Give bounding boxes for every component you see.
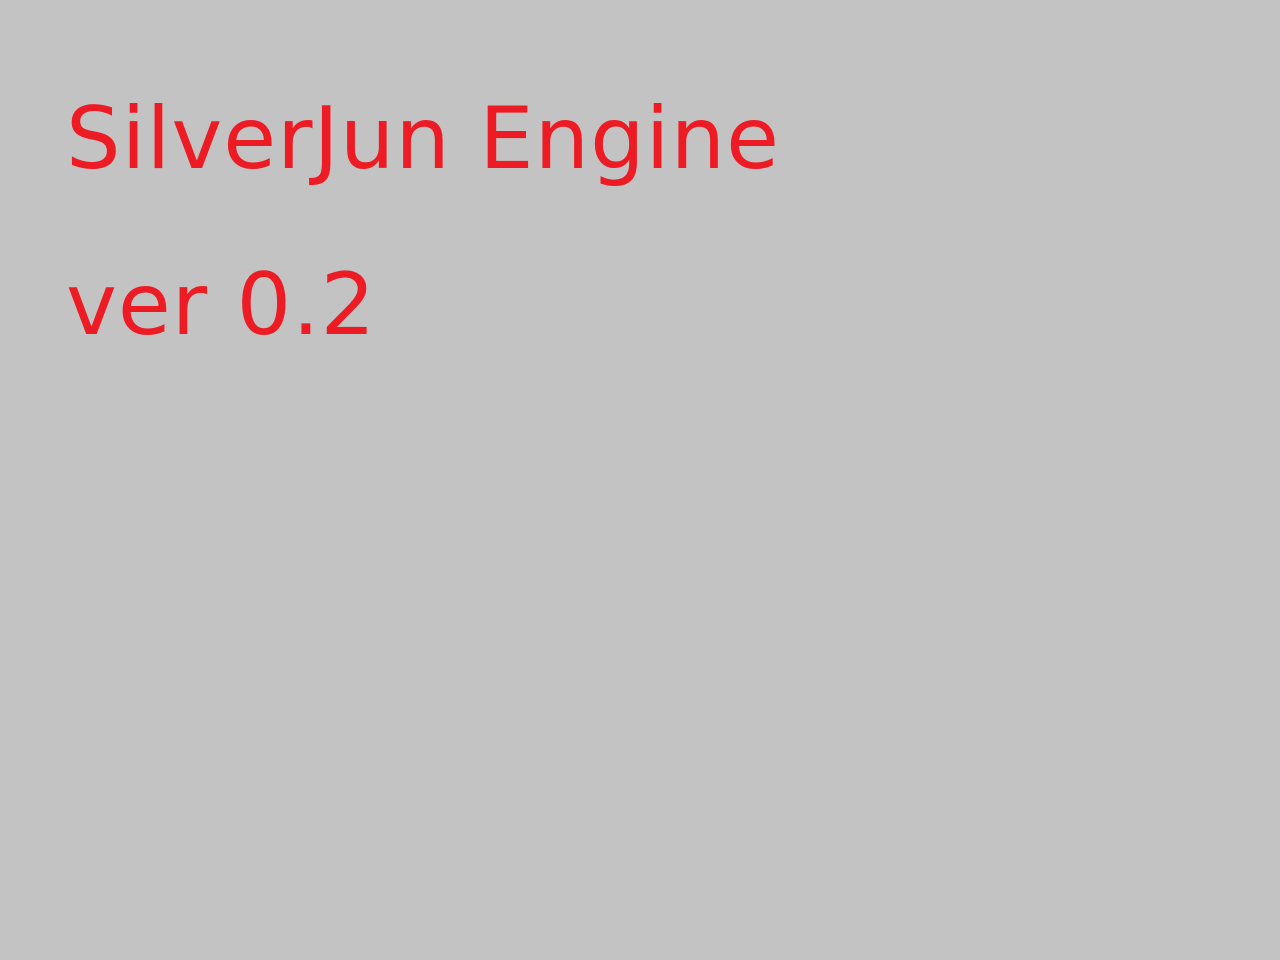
engine-title: SilverJun Engine (66, 89, 780, 189)
engine-version: ver 0.2 (66, 255, 377, 355)
game-screen: SilverJun Engine ver 0.2 (0, 0, 1280, 960)
